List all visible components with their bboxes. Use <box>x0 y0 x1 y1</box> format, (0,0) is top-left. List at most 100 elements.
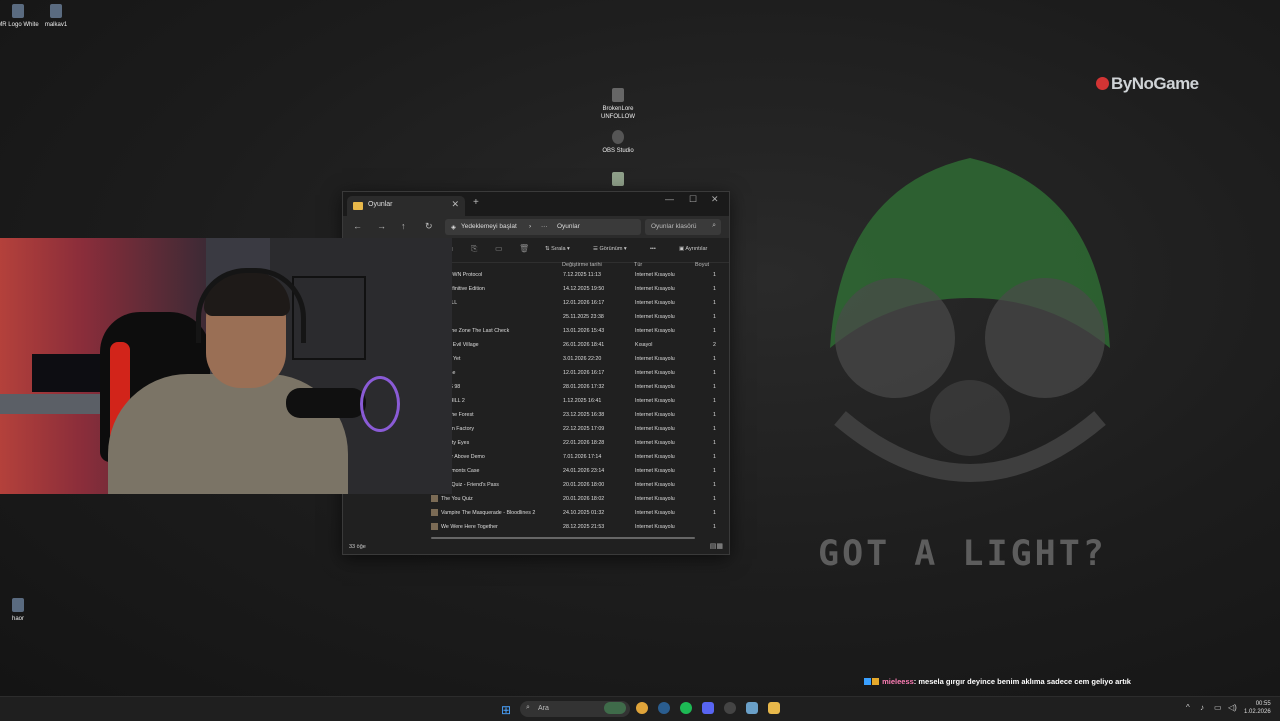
tab-oyunlar[interactable]: Oyunlar ✕ <box>347 196 465 216</box>
maximize-button[interactable]: ☐ <box>689 194 697 205</box>
clock-date: 1.02.2026 <box>1244 709 1271 715</box>
file-size: 1 <box>713 412 716 418</box>
search-icon: ⌕ <box>712 222 716 229</box>
desktop-icon-malkav1[interactable]: malkav1 <box>26 4 86 29</box>
steam-icon[interactable] <box>658 702 670 714</box>
file-row[interactable]: Cabin Factory 22.12.2025 17:09 Internet Kı… <box>429 422 721 436</box>
file-row[interactable]: Empty Eyes 22.01.2026 18:28 Internet Kısay… <box>429 436 721 450</box>
file-name: We Were Here Together <box>441 524 498 530</box>
item-count: 33 öğe <box>349 544 366 550</box>
file-date: 12.01.2026 16:17 <box>563 300 605 306</box>
file-size: 1 <box>713 426 716 432</box>
rename-icon[interactable]: ▭ <box>495 244 503 253</box>
widget-icon[interactable] <box>604 702 626 714</box>
up-arrow-icon[interactable]: ↑ <box>401 221 406 231</box>
file-row[interactable]: dent Evil Village 26.01.2026 18:41 Kısayol… <box>429 338 721 352</box>
spotify-icon[interactable] <box>680 702 692 714</box>
sort-button[interactable]: ⇅ Sırala ▾ <box>545 246 570 252</box>
file-date: 28.12.2025 21:53 <box>563 524 605 530</box>
file-date: 14.12.2025 19:50 <box>563 286 605 292</box>
file-row[interactable]: You Quiz - Friend's Pass 20.01.2026 18:00… <box>429 478 721 492</box>
close-window-button[interactable]: ✕ <box>711 194 719 205</box>
discord-icon[interactable] <box>702 702 714 714</box>
shortcut-icon <box>431 509 438 516</box>
horizontal-scrollbar[interactable] <box>431 537 695 539</box>
file-type: Internet Kısayolu <box>635 272 675 278</box>
microphone-icon <box>286 388 366 418</box>
breadcrumb-oyunlar[interactable]: Oyunlar <box>557 223 580 230</box>
network-icon[interactable]: ▭ <box>1214 703 1222 712</box>
rgb-ring-light <box>360 376 400 432</box>
game-icon <box>612 88 624 102</box>
file-size: 1 <box>713 370 716 376</box>
windows-start-icon[interactable]: ⊞ <box>501 703 511 717</box>
file-row[interactable]: The You Quiz 20.01.2026 18:02 Internet Kıs… <box>429 492 721 506</box>
file-row[interactable]: We Were Here Together 28.12.2025 21:53 Int… <box>429 520 721 534</box>
desktop-icon-notepad[interactable] <box>588 172 648 189</box>
title-bar[interactable]: Oyunlar ✕ + — ☐ ✕ <box>343 192 729 216</box>
tray-overflow-icon[interactable]: ^ <box>1186 703 1190 712</box>
clock[interactable]: 00:55 1.02.2026 <box>1244 700 1271 716</box>
file-size: 1 <box>713 482 716 488</box>
more-options-button[interactable]: ••• <box>650 246 656 252</box>
file-type: Internet Kısayolu <box>635 426 675 432</box>
view-button[interactable]: ☰ Görünüm ▾ <box>593 246 627 252</box>
chrome-icon[interactable] <box>636 702 648 714</box>
file-row[interactable]: Vampire The Masquerade - Bloodlines 2 24.… <box>429 506 721 520</box>
file-date: 20.01.2026 18:02 <box>563 496 605 502</box>
file-row[interactable]: a Definitive Edition 14.12.2025 19:50 Inte… <box>429 282 721 296</box>
file-date: 25.11.2025 23:38 <box>563 314 604 320</box>
file-type: Internet Kısayolu <box>635 384 675 390</box>
obs-taskbar-icon[interactable] <box>724 702 736 714</box>
view-toggle[interactable]: ▤▦ <box>710 542 723 550</box>
desktop-icon-haor[interactable]: haor <box>0 598 48 623</box>
details-pane-button[interactable]: ▣ Ayrıntılar <box>679 246 707 252</box>
file-row[interactable]: Of The Forest 23.12.2025 16:38 Internet Kı… <box>429 408 721 422</box>
address-bar[interactable]: ◈ Yedeklemeyi başlat › ··· Oyunlar <box>445 219 641 235</box>
microphone-tray-icon[interactable]: ♪ <box>1200 703 1204 712</box>
desktop-icon-obs[interactable]: OBS Studio <box>588 130 648 155</box>
file-row[interactable]: rantine Zone The Last Check 13.01.2026 15… <box>429 324 721 338</box>
delete-icon[interactable]: 🗑 <box>519 244 529 253</box>
share-icon[interactable]: ⎘ <box>471 244 477 254</box>
desktop-icon-brokenlore[interactable]: BrokenLore UNFOLLOW <box>588 88 648 121</box>
tab-label: Oyunlar <box>368 201 393 208</box>
file-row[interactable]: K25.11.2025 23:38Internet Kısayolu1 <box>429 310 721 324</box>
file-size: 1 <box>713 398 716 404</box>
desktop-icon-label: OBS Studio <box>602 148 634 154</box>
file-type: Internet Kısayolu <box>635 300 675 306</box>
file-row[interactable]: n Line12.01.2026 16:17Internet Kısayolu1 <box>429 366 721 380</box>
file-row[interactable]: Floor Above Demo 7.01.2026 17:14 Internet … <box>429 450 721 464</box>
notepad-taskbar-icon[interactable] <box>746 702 758 714</box>
notepad-icon <box>612 172 624 186</box>
file-type: Internet Kısayolu <box>635 314 675 320</box>
shield-icon: ◈ <box>451 224 456 231</box>
volume-icon[interactable]: ◁) <box>1228 703 1237 712</box>
file-size: 1 <box>713 440 716 446</box>
file-row[interactable]: TBELL12.01.2026 16:17Internet Kısayolu1 <box>429 296 721 310</box>
file-row[interactable]: Wellmonts Case 24.01.2026 23:14 Internet K… <box>429 464 721 478</box>
more-breadcrumb-icon[interactable]: ··· <box>541 223 548 230</box>
file-row[interactable]: NT HILL 2 1.12.2025 16:41 Internet Kısayol… <box>429 394 721 408</box>
navigation-bar: ← → ↑ ↻ ◈ Yedeklemeyi başlat › ··· Oyunl… <box>343 216 729 238</box>
search-box[interactable]: Oyunlar klasörü ⌕ <box>645 219 721 235</box>
breadcrumb-backup[interactable]: Yedeklemeyi başlat <box>461 223 517 230</box>
close-tab-icon[interactable]: ✕ <box>451 199 459 210</box>
back-arrow-icon[interactable]: ← <box>353 221 362 231</box>
file-type: Internet Kısayolu <box>635 440 675 446</box>
forward-arrow-icon[interactable]: → <box>377 221 386 231</box>
file-row[interactable]: WAS 9828.01.2026 17:32Internet Kısayolu1 <box>429 380 721 394</box>
file-type: Internet Kısayolu <box>635 524 675 530</box>
file-row[interactable]: here Yet3.01.2026 22:20Internet Kısayolu… <box>429 352 721 366</box>
refresh-icon[interactable]: ↻ <box>425 221 433 232</box>
obs-icon <box>612 130 624 144</box>
new-tab-button[interactable]: + <box>473 197 479 208</box>
gasmask-artwork <box>830 158 1110 482</box>
file-row[interactable]: KDOWN Protocol 7.12.2025 11:13 Internet Kı… <box>429 268 721 282</box>
file-size: 1 <box>713 510 716 516</box>
minimize-button[interactable]: — <box>665 194 674 204</box>
file-type: Internet Kısayolu <box>635 482 675 488</box>
file-size: 1 <box>713 286 716 292</box>
file-explorer-taskbar-icon[interactable] <box>768 702 780 714</box>
webcam-overlay <box>0 238 452 494</box>
